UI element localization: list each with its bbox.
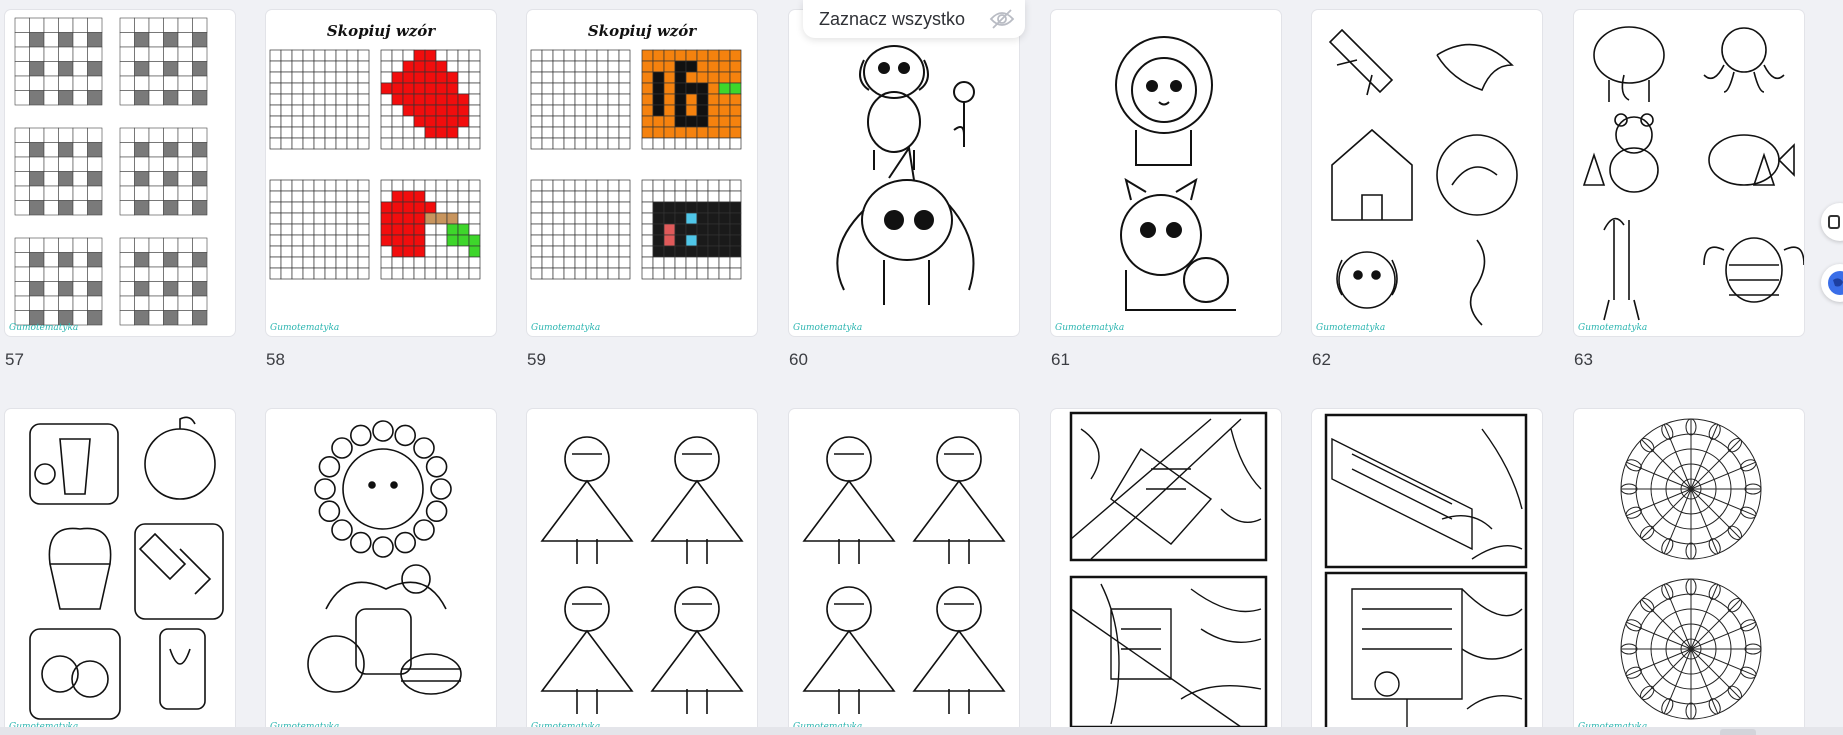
page-card-65[interactable]: Gumotematyka (266, 409, 496, 735)
signature: Gumotematyka (531, 323, 601, 333)
signature: Gumotematyka (1578, 323, 1648, 333)
pixel-copy-thumbnail (269, 49, 481, 280)
coloring-food-thumbnail (29, 416, 224, 720)
coloring-train-2-thumbnail (1324, 413, 1528, 735)
coloring-superheroes-2-thumbnail (802, 436, 1006, 714)
page-number: 63 (1574, 350, 1593, 369)
eye-slash-icon[interactable] (989, 7, 1015, 31)
select-all-toolbar: Zaznacz wszystko (803, 0, 1025, 38)
signature: Gumotematyka (793, 323, 863, 333)
page-card-61[interactable]: Gumotematyka (1051, 10, 1281, 336)
side-panel-button[interactable] (1821, 203, 1843, 241)
page-card-68[interactable] (1051, 409, 1281, 735)
page-card-59[interactable]: Skopiuj wzór Gumotematyka (527, 10, 757, 336)
coloring-mandala-thumbnail (1620, 418, 1762, 720)
page-card-63[interactable]: Gumotematyka (1574, 10, 1804, 336)
math-grid-thumbnail (14, 17, 208, 326)
page-number: 62 (1312, 350, 1331, 369)
page-number: 60 (789, 350, 808, 369)
coloring-animals-thumbnail (1582, 26, 1804, 321)
page-card-67[interactable]: Gumotematyka (789, 409, 1019, 735)
coloring-flowers-food-thumbnail (307, 420, 462, 695)
page-card-69[interactable] (1312, 409, 1542, 735)
page-card-64[interactable]: Gumotematyka (5, 409, 235, 735)
page-card-66[interactable]: Gumotematyka (527, 409, 757, 735)
horizontal-scrollbar[interactable] (0, 727, 1843, 735)
scrollbar-thumb[interactable] (1720, 729, 1756, 735)
signature: Gumotematyka (9, 323, 79, 333)
coloring-train-thumbnail (1069, 411, 1268, 729)
page-number: 61 (1051, 350, 1070, 369)
coloring-lion-cats-thumbnail (1115, 36, 1236, 311)
coloring-dog-unicorn-thumbnail (836, 45, 975, 305)
page-number: 57 (5, 350, 24, 369)
pixel-copy-thumbnail (530, 49, 742, 280)
page-card-57[interactable]: Gumotematyka (5, 10, 235, 336)
globe-icon[interactable] (1821, 264, 1843, 302)
coloring-superheroes-thumbnail (540, 436, 744, 714)
page-card-70[interactable]: Gumotematyka (1574, 409, 1804, 735)
page-number: 59 (527, 350, 546, 369)
page-card-60[interactable]: Gumotematyka (789, 10, 1019, 336)
page-card-62[interactable]: Gumotematyka (1312, 10, 1542, 336)
page-number: 58 (266, 350, 285, 369)
signature: Gumotematyka (1316, 323, 1386, 333)
signature: Gumotematyka (1055, 323, 1125, 333)
coloring-rocket-dolphin-house-thumbnail (1328, 28, 1518, 326)
template-grid: Gumotematyka Skopiuj wzór Gumotematyka S… (0, 0, 1843, 735)
select-all-button[interactable]: Zaznacz wszystko (819, 9, 965, 30)
signature: Gumotematyka (270, 323, 340, 333)
page-card-58[interactable]: Skopiuj wzór Gumotematyka (266, 10, 496, 336)
